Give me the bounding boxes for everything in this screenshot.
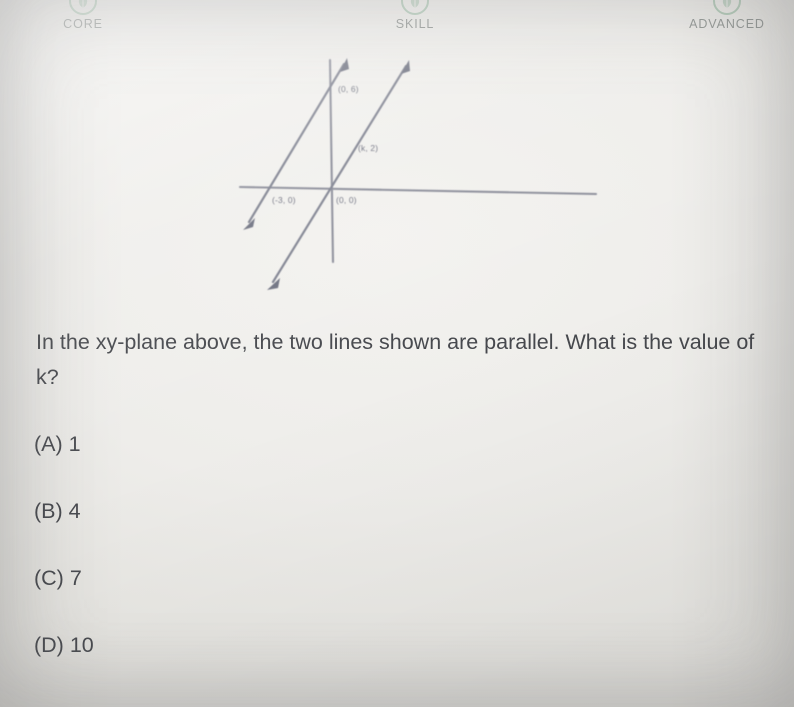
line-1-arrow-down-left: [243, 218, 255, 230]
answer-choice-b[interactable]: (B) 4: [34, 499, 434, 566]
question-block: In the xy-plane above, the two lines sho…: [36, 325, 776, 395]
header-tab-core[interactable]: CORE: [8, 0, 158, 31]
label-y-intercept: (0, 6): [338, 84, 359, 94]
header-tab-advanced[interactable]: ADVANCED: [652, 0, 794, 31]
header-tab-skill-label: SKILL: [395, 17, 435, 31]
line-2-segment: [271, 64, 408, 284]
line-1-arrow-up-right: [340, 58, 349, 72]
answer-choice-c-text: (C) 7: [34, 566, 82, 590]
answer-choice-d[interactable]: (D) 10: [34, 633, 434, 700]
leaf-badge-icon: [713, 0, 741, 15]
header-tab-skill[interactable]: SKILL: [340, 0, 490, 31]
xy-plane-figure: (0, 6) (k, 2) (-3, 0) (0, 0): [228, 50, 608, 300]
line-2-arrow-up-right: [401, 60, 410, 74]
header-tab-advanced-label: ADVANCED: [689, 17, 765, 31]
label-x-intercept: (-3, 0): [272, 195, 296, 205]
x-axis: [238, 185, 598, 196]
label-k-point: (k, 2): [358, 143, 378, 153]
label-origin: (0, 0): [336, 195, 357, 205]
question-prompt-text: In the xy-plane above, the two lines sho…: [36, 330, 755, 389]
y-axis: [328, 58, 335, 264]
answer-choice-d-text: (D) 10: [34, 633, 94, 657]
xy-plane-svg: (0, 6) (k, 2) (-3, 0) (0, 0): [238, 58, 598, 290]
section-header-bar: CORE SKILL ADVANCED: [0, 0, 794, 44]
answer-choice-list: (A) 1 (B) 4 (C) 7 (D) 10: [34, 432, 434, 700]
answer-choice-a[interactable]: (A) 1: [34, 432, 434, 499]
leaf-badge-icon: [401, 0, 429, 15]
answer-choice-c[interactable]: (C) 7: [34, 566, 434, 633]
answer-choice-a-text: (A) 1: [34, 432, 81, 456]
header-tab-core-label: CORE: [63, 17, 103, 31]
answer-choice-b-text: (B) 4: [34, 499, 81, 523]
line-1-segment: [247, 62, 346, 224]
leaf-badge-icon: [69, 0, 97, 15]
question-page: CORE SKILL ADVANCED (0, 6) (k, 2) (-3, 0…: [0, 0, 794, 707]
